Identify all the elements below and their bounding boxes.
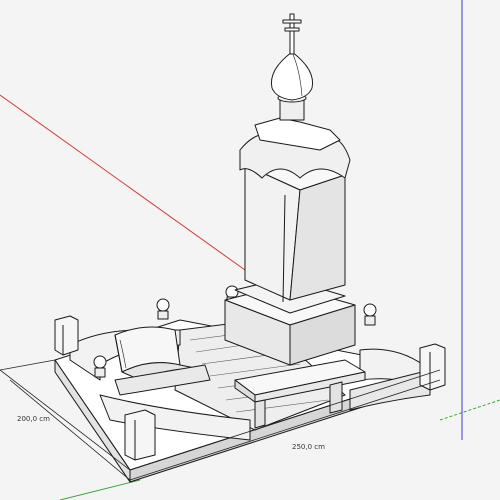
corner-post-back-left bbox=[54, 315, 79, 356]
3d-scene[interactable] bbox=[0, 0, 500, 500]
ball-finial-right bbox=[363, 303, 377, 326]
orthodox-cross bbox=[282, 13, 302, 55]
green-axis-line bbox=[59, 479, 141, 500]
ball-finial-front-left bbox=[93, 355, 107, 378]
corner-post-front-left bbox=[124, 409, 156, 461]
depth-dimension-label: 200,0 cm bbox=[17, 415, 50, 423]
modeling-viewport[interactable]: 250,0 cm 200,0 cm bbox=[0, 0, 500, 500]
onion-dome bbox=[270, 51, 314, 121]
red-axis-line bbox=[0, 94, 246, 271]
stele-column bbox=[244, 154, 346, 303]
stele-crown bbox=[239, 117, 351, 179]
ball-finial-left bbox=[156, 298, 170, 320]
green-axis-line-2 bbox=[439, 399, 500, 421]
width-dimension-label: 250,0 cm bbox=[292, 443, 325, 451]
corner-post-right bbox=[419, 343, 446, 391]
